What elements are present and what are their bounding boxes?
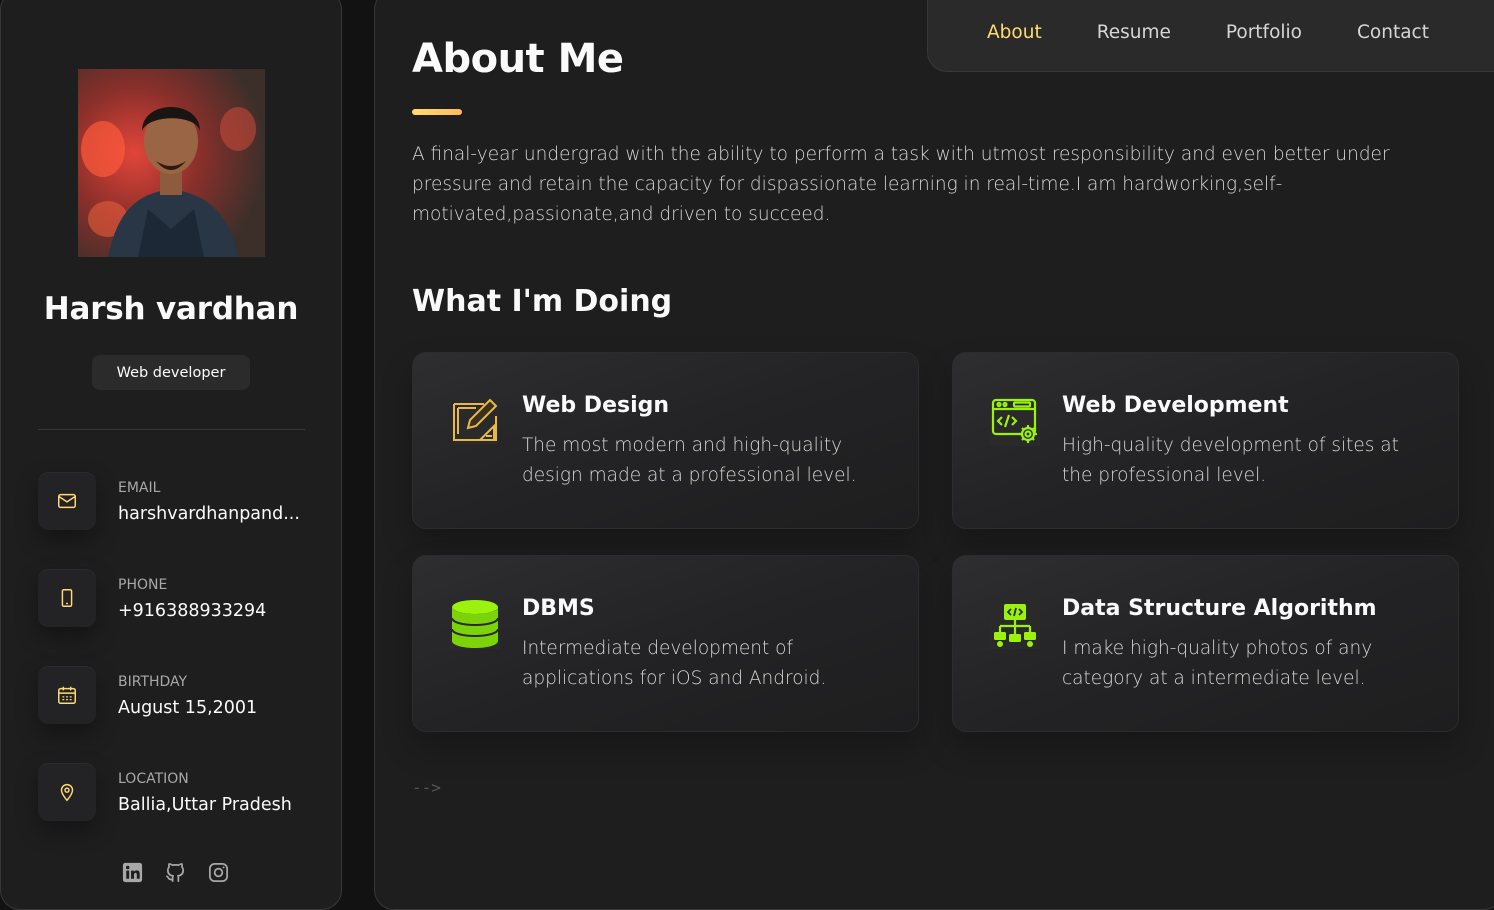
social-links <box>121 861 230 884</box>
service-card-web-design: Web Design The most modern and high-qual… <box>412 352 919 529</box>
contact-phone: PHONE +916388933294 <box>38 569 318 629</box>
nav-contact[interactable]: Contact <box>1357 22 1429 43</box>
card-text: The most modern and high-quality design … <box>522 435 857 486</box>
mail-icon <box>38 472 96 530</box>
card-title: Data Structure Algorithm <box>1062 596 1377 621</box>
contact-birthday: BIRTHDAY August 15,2001 <box>38 666 318 726</box>
card-title: DBMS <box>522 596 595 621</box>
contact-location: LOCATION Ballia,Uttar Pradesh <box>38 763 318 823</box>
about-text: A final-year undergrad with the ability … <box>412 144 1390 225</box>
avatar <box>78 69 265 257</box>
contact-label: BIRTHDAY <box>118 674 188 690</box>
email-link[interactable]: harshvardhanpand... <box>118 504 308 524</box>
algorithm-icon <box>990 599 1040 649</box>
nav-portfolio[interactable]: Portfolio <box>1226 22 1302 43</box>
card-text: Intermediate development of applications… <box>522 638 827 689</box>
database-icon <box>450 599 500 649</box>
service-card-web-development: Web Development High-quality development… <box>952 352 1459 529</box>
contact-label: PHONE <box>118 577 168 593</box>
location-icon <box>38 763 96 821</box>
phone-icon <box>38 569 96 627</box>
birthday-value: August 15,2001 <box>118 698 258 718</box>
phone-link[interactable]: +916388933294 <box>118 601 308 621</box>
profile-title-badge: Web developer <box>92 355 250 390</box>
nav-resume[interactable]: Resume <box>1097 22 1171 43</box>
services-title: What I'm Doing <box>412 284 673 319</box>
instagram-icon[interactable] <box>207 861 230 884</box>
stray-comment-text: --> <box>412 778 441 797</box>
linkedin-icon[interactable] <box>121 861 144 884</box>
page-title: About Me <box>412 36 624 82</box>
card-text: High-quality development of sites at the… <box>1062 435 1399 486</box>
card-text: I make high-quality photos of any catego… <box>1062 638 1373 689</box>
dev-icon <box>990 396 1040 446</box>
separator <box>38 429 305 430</box>
service-card-dsa: Data Structure Algorithm I make high-qua… <box>952 555 1459 732</box>
location-value: Ballia,Uttar Pradesh <box>118 795 292 815</box>
profile-name: Harsh vardhan <box>43 291 299 327</box>
sidebar: Harsh vardhan Web developer EMAIL harshv… <box>0 0 342 910</box>
service-card-dbms: DBMS Intermediate development of applica… <box>412 555 919 732</box>
nav-about[interactable]: About <box>987 22 1042 43</box>
contact-label: EMAIL <box>118 480 161 496</box>
calendar-icon <box>38 666 96 724</box>
navbar: About Resume Portfolio Contact <box>927 0 1494 72</box>
card-title: Web Development <box>1062 393 1289 418</box>
contact-label: LOCATION <box>118 771 189 787</box>
design-icon <box>450 396 500 446</box>
card-title: Web Design <box>522 393 670 418</box>
contact-email: EMAIL harshvardhanpand... <box>38 472 318 532</box>
github-icon[interactable] <box>164 861 187 884</box>
title-underline <box>412 109 462 115</box>
